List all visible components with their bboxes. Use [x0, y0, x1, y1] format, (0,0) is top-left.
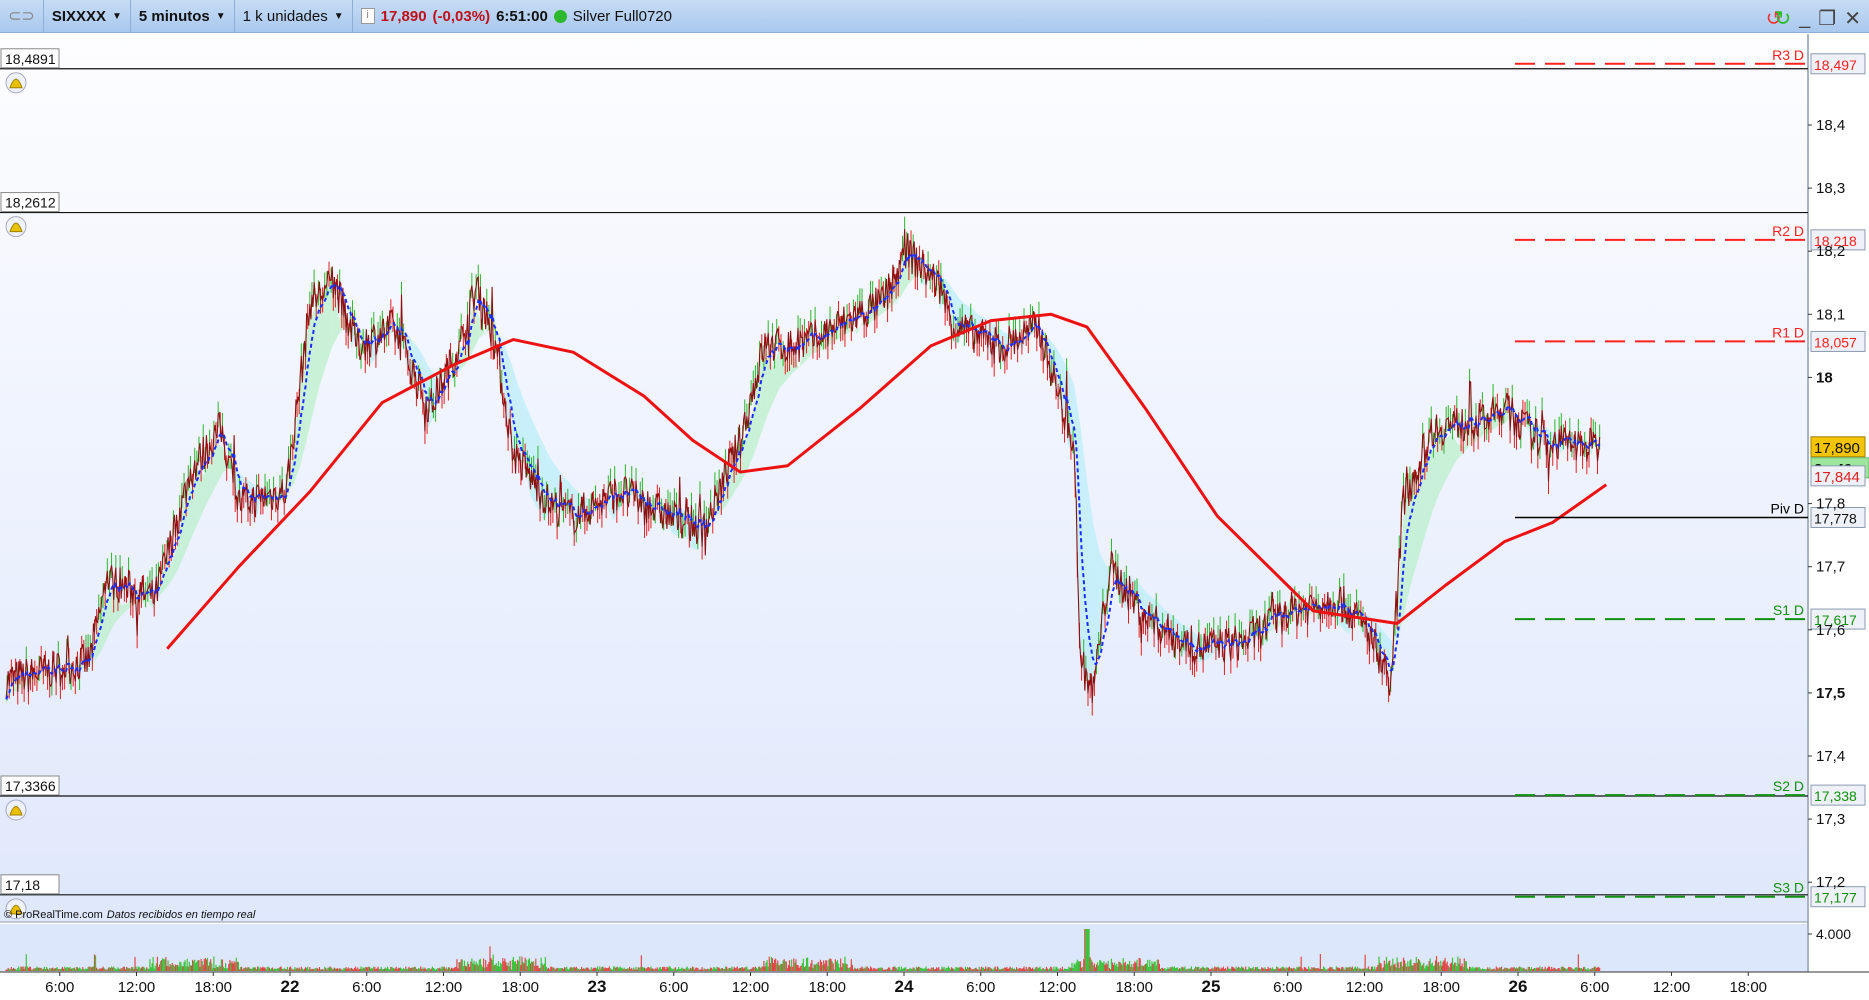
- price-tick-label: 17,2: [1816, 874, 1845, 891]
- time-tick-label: 6:00: [352, 979, 381, 996]
- level-price-value: 18,497: [1814, 57, 1857, 73]
- units-selector[interactable]: 1 k unidades ▼: [235, 0, 353, 33]
- time-tick-label: 24: [895, 977, 914, 996]
- time-tick-label: 6:00: [1273, 979, 1302, 996]
- level-price-value: 17,778: [1814, 510, 1857, 526]
- data-source-note: © ProRealTime.com Datos recibidos en tiem…: [4, 909, 255, 921]
- price-tick-label: 17,4: [1816, 748, 1845, 765]
- time-tick-label: 6:00: [1580, 979, 1609, 996]
- time-tick-label: 12:00: [118, 979, 156, 996]
- time-tick-label: 25: [1202, 977, 1221, 996]
- price-tick-label: 17,6: [1816, 622, 1845, 639]
- symbol-label: SIXXXX: [51, 7, 107, 25]
- time-tick-label: 18:00: [808, 979, 846, 996]
- alert-label: 18,2612: [5, 195, 56, 211]
- minimize-icon[interactable]: _: [1799, 7, 1810, 30]
- price-change: (-0,03%): [432, 7, 491, 25]
- interval-selector[interactable]: 5 minutos ▼: [131, 0, 235, 33]
- price-tick-label: 17,3: [1816, 811, 1845, 828]
- time-tick-label: 6:00: [659, 979, 688, 996]
- quote-time: 6:51:00: [496, 7, 548, 25]
- price-tick-label: 17,8: [1816, 496, 1845, 513]
- feed-name: Silver Full0720: [572, 7, 672, 25]
- chart-background: [0, 34, 1808, 922]
- pivot-level-name: R1 D: [1772, 324, 1804, 340]
- chevron-down-icon: ▼: [215, 10, 226, 22]
- time-tick-label: 6:00: [45, 979, 74, 996]
- pivot-level-name: S1 D: [1773, 602, 1804, 618]
- close-icon[interactable]: ✕: [1844, 6, 1861, 31]
- level-price-value: 18,057: [1814, 334, 1857, 350]
- price-tick-label: 18,1: [1816, 306, 1845, 323]
- level-price-value: 17,177: [1814, 890, 1857, 906]
- time-tick-label: 23: [588, 977, 607, 996]
- price-tick-label: 18: [1816, 369, 1833, 386]
- price-chart[interactable]: 18,4891 18,2612 17,3366 17,18 R3 D 18,497 R2 D…: [0, 34, 1869, 1000]
- volume-background: [0, 924, 1808, 972]
- pivot-level-name: Piv D: [1771, 500, 1804, 516]
- chevron-down-icon: ▼: [333, 10, 344, 22]
- level-price-value: 17,338: [1814, 788, 1857, 804]
- quote-info: i 17,890 (-0,03%) 6:51:00 Silver Full072…: [353, 0, 680, 33]
- time-tick-label: 26: [1509, 977, 1528, 996]
- pivot-level-name: R2 D: [1772, 223, 1804, 239]
- price-tick-label: 18,2: [1816, 243, 1845, 260]
- symbol-selector[interactable]: SIXXXX ▼: [44, 0, 131, 33]
- chevron-down-icon: ▼: [112, 10, 122, 22]
- volume-tick-label: 4.000: [1816, 926, 1851, 942]
- alert-label: 17,3366: [5, 778, 56, 794]
- alert-label: 17,18: [5, 877, 40, 893]
- time-tick-label: 6:00: [966, 979, 995, 996]
- price-tick-label: 17,5: [1816, 685, 1845, 702]
- time-tick-label: 12:00: [1346, 979, 1384, 996]
- last-price-value: 17,890: [1814, 440, 1860, 457]
- pivot-level-name: R3 D: [1772, 47, 1804, 63]
- time-tick-label: 18:00: [1422, 979, 1460, 996]
- refresh-icon[interactable]: ↺↻: [1766, 6, 1792, 31]
- pivot-level-name: S2 D: [1773, 778, 1804, 794]
- price-tick-label: 17,7: [1816, 559, 1845, 576]
- info-icon[interactable]: i: [360, 8, 375, 24]
- time-tick-label: 12:00: [425, 979, 463, 996]
- time-tick-label: 18:00: [501, 979, 539, 996]
- time-tick-label: 18:00: [1115, 979, 1153, 996]
- restore-icon[interactable]: ❐: [1818, 6, 1836, 31]
- chart-toolbar: ⊂⊃ SIXXXX ▼ 5 minutos ▼ 1 k unidades ▼ i 17…: [0, 0, 1869, 33]
- price-tick-label: 18,3: [1816, 180, 1845, 197]
- time-tick-label: 22: [281, 977, 300, 996]
- time-tick-label: 12:00: [1653, 979, 1691, 996]
- units-label: 1 k unidades: [242, 7, 328, 25]
- time-tick-label: 12:00: [732, 979, 770, 996]
- time-tick-label: 18:00: [1729, 979, 1767, 996]
- last-price: 17,890: [380, 7, 427, 25]
- alert-label: 18,4891: [5, 51, 56, 67]
- link-icon[interactable]: ⊂⊃: [0, 0, 44, 33]
- ma-price-value: 17,844: [1814, 469, 1860, 486]
- time-tick-label: 18:00: [194, 979, 232, 996]
- price-tick-label: 18,4: [1816, 117, 1845, 134]
- time-tick-label: 12:00: [1039, 979, 1077, 996]
- data-status: Datos recibidos en tiempo real: [106, 909, 256, 921]
- pivot-level-name: S3 D: [1773, 880, 1804, 896]
- interval-label: 5 minutos: [138, 7, 210, 25]
- copyright: © ProRealTime.com: [4, 909, 103, 921]
- feed-status-icon: [553, 9, 567, 23]
